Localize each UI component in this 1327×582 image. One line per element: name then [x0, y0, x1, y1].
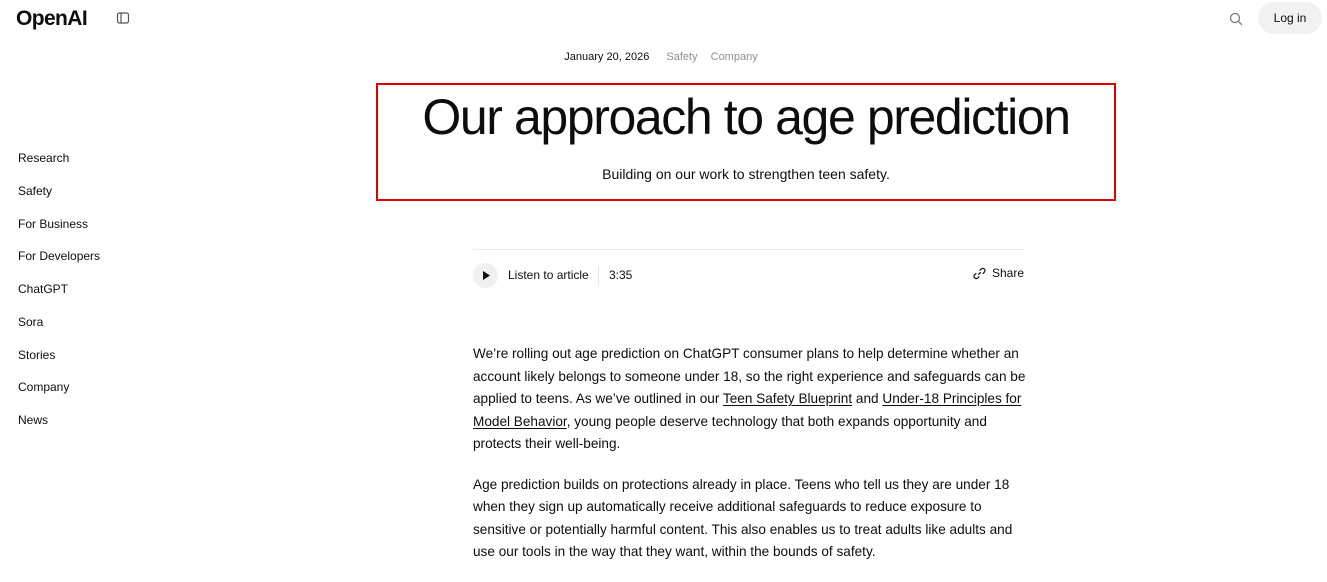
- player-separator: [598, 266, 599, 284]
- audio-duration: 3:35: [609, 268, 633, 282]
- sidebar-item-safety[interactable]: Safety: [18, 184, 100, 217]
- sidebar-item-for-business[interactable]: For Business: [18, 217, 100, 250]
- sidebar-item-news[interactable]: News: [18, 413, 100, 446]
- article-meta: January 20, 2026 Safety Company: [0, 51, 1327, 63]
- tag-safety[interactable]: Safety: [666, 51, 697, 63]
- share-button[interactable]: Share: [973, 266, 1024, 280]
- teen-safety-blueprint-link[interactable]: Teen Safety Blueprint: [723, 391, 852, 406]
- tag-company[interactable]: Company: [711, 51, 758, 63]
- article-paragraph: Age prediction builds on protections alr…: [473, 476, 1013, 560]
- sidebar-toggle-icon[interactable]: [116, 11, 130, 25]
- sidebar-item-stories[interactable]: Stories: [18, 348, 100, 381]
- login-button[interactable]: Log in: [1258, 2, 1322, 34]
- divider: [473, 249, 1024, 250]
- sidebar-item-for-developers[interactable]: For Developers: [18, 249, 100, 282]
- article-paragraph: We’re rolling out age prediction on Chat…: [473, 343, 1029, 456]
- sidebar-item-sora[interactable]: Sora: [18, 315, 100, 348]
- sidebar-nav: Research Safety For Business For Develop…: [18, 151, 100, 446]
- audio-player: Listen to article 3:35 Share: [473, 262, 1024, 288]
- paragraph-text: and: [852, 391, 883, 406]
- sidebar-item-company[interactable]: Company: [18, 380, 100, 413]
- link-icon: [973, 267, 986, 279]
- openai-logo[interactable]: OpenAI: [16, 7, 88, 31]
- listen-to-article-label[interactable]: Listen to article: [508, 268, 589, 282]
- page-subtitle: Building on our work to strengthen teen …: [602, 166, 890, 182]
- search-icon[interactable]: [1227, 10, 1245, 28]
- sidebar-item-chatgpt[interactable]: ChatGPT: [18, 282, 100, 315]
- article-body: We’re rolling out age prediction on Chat…: [473, 343, 1029, 582]
- play-icon: [482, 271, 490, 280]
- article-date: January 20, 2026: [564, 51, 650, 63]
- share-label: Share: [991, 266, 1024, 280]
- page-title: Our approach to age prediction: [422, 89, 1071, 145]
- sidebar-item-research[interactable]: Research: [18, 151, 100, 184]
- play-button[interactable]: [473, 263, 498, 288]
